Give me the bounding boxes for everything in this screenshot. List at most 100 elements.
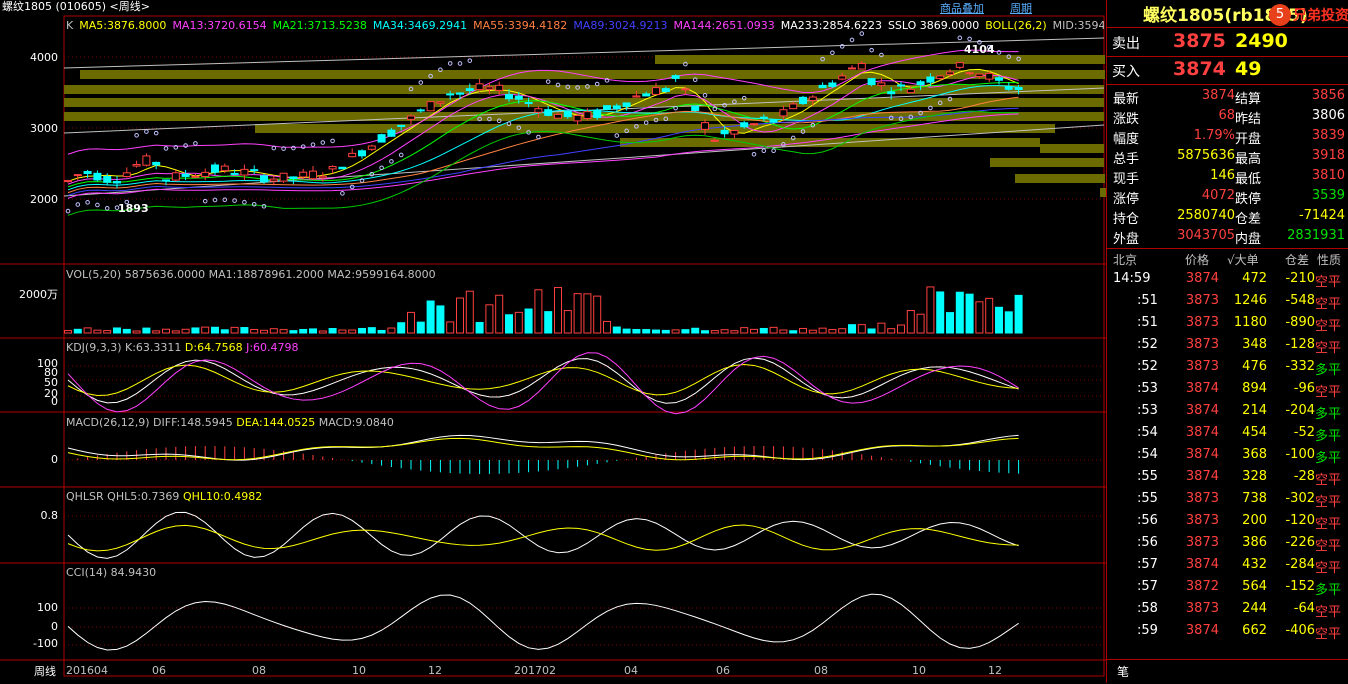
- x-tick-label: 12: [428, 664, 442, 677]
- tick-row[interactable]: :53 3874 894 -96 空平: [1107, 378, 1348, 400]
- tick-header-time: 北京: [1113, 253, 1138, 267]
- menu-period[interactable]: 周期: [1010, 0, 1032, 16]
- volume-bar: [681, 329, 690, 334]
- tick-row[interactable]: :57 3874 432 -284 空平: [1107, 554, 1348, 576]
- tick-list[interactable]: 14:59 3874 472 -210 空平:51 3873 1246 -548 空平:51 38…: [1107, 268, 1348, 658]
- tick-row[interactable]: :58 3873 244 -64 空平: [1107, 598, 1348, 620]
- tick-header-volume: √大单: [1227, 253, 1259, 267]
- tick-row[interactable]: :51 3873 1180 -890 空平: [1107, 312, 1348, 334]
- tick-type: 空平: [1314, 517, 1341, 532]
- tick-row[interactable]: :57 3872 564 -152 多平: [1107, 576, 1348, 598]
- candle-body: [750, 123, 758, 126]
- candle-body: [828, 82, 837, 87]
- stat-row: 最新 3874 结算 3856: [1111, 86, 1347, 107]
- volume-bar: [456, 297, 464, 334]
- volume-bar: [514, 311, 523, 334]
- ma-legend-item: MA144:2651.0933: [673, 19, 775, 32]
- volume-bar: [279, 329, 288, 334]
- sar-dot: [967, 36, 972, 42]
- tick-row[interactable]: :51 3873 1246 -548 空平: [1107, 290, 1348, 312]
- sar-dot: [849, 37, 855, 43]
- x-tick-label: 10: [912, 664, 926, 677]
- tick-price: 3873: [1185, 535, 1219, 550]
- volume-bar: [426, 300, 435, 334]
- stat-value: 3810: [1311, 168, 1345, 183]
- stat-value: 3806: [1311, 108, 1345, 123]
- tick-row[interactable]: :59 3874 662 -406 空平: [1107, 620, 1348, 642]
- cci-axis-100: 100: [37, 601, 58, 614]
- ma-legend-item: MA89:3024.9213: [573, 19, 668, 32]
- tick-row[interactable]: :52 3873 476 -332 多平: [1107, 356, 1348, 378]
- candle-body: [358, 150, 366, 157]
- candle-body: [789, 103, 798, 110]
- quote-panel: 螺纹1805(rb1805) 5 兄弟投资 卖出 3875 2490 买入 38…: [1106, 0, 1348, 683]
- tick-volume: 386: [1242, 535, 1267, 550]
- tick-row[interactable]: :56 3873 200 -120 空平: [1107, 510, 1348, 532]
- stat-label: 外盘: [1113, 232, 1140, 247]
- candle-body: [661, 88, 670, 93]
- tick-type: 空平: [1314, 495, 1341, 510]
- sar-dot: [212, 197, 218, 203]
- candle-body: [309, 170, 317, 180]
- stat-label: 最低: [1235, 172, 1262, 187]
- volume-bar: [397, 322, 406, 334]
- tick-volume: 432: [1242, 557, 1267, 572]
- candle-body: [387, 129, 396, 137]
- tick-row[interactable]: :54 3874 454 -52 多平: [1107, 422, 1348, 444]
- volume-bar: [955, 291, 964, 334]
- tick-delta: -128: [1285, 337, 1315, 352]
- tick-volume: 454: [1242, 425, 1267, 440]
- sar-dot: [271, 145, 277, 151]
- volume-bar: [505, 314, 513, 334]
- tick-row[interactable]: :53 3874 214 -204 多平: [1107, 400, 1348, 422]
- volume-bar: [563, 310, 572, 334]
- x-tick-label: 08: [252, 664, 266, 677]
- tick-row[interactable]: :55 3874 328 -28 空平: [1107, 466, 1348, 488]
- tick-delta: -100: [1285, 447, 1315, 462]
- tick-row[interactable]: :56 3873 386 -226 空平: [1107, 532, 1348, 554]
- sar-dot: [320, 140, 326, 145]
- sar-dot: [379, 165, 384, 171]
- tick-header-type: 性质: [1317, 253, 1342, 267]
- high-annotation: 4104: [964, 43, 995, 56]
- tick-volume: 476: [1242, 359, 1267, 374]
- volume-bar: [652, 329, 660, 334]
- macd-dea-line: [67, 437, 1019, 461]
- sar-dot: [545, 79, 551, 84]
- candle-body: [857, 63, 866, 70]
- candle-body: [534, 108, 543, 113]
- candle-body: [603, 105, 611, 110]
- sar-dot: [134, 132, 139, 138]
- candle-body: [622, 102, 631, 107]
- kdj-j: J:60.4798: [246, 341, 299, 354]
- volume-bar: [750, 328, 758, 334]
- stat-value: 2831931: [1287, 228, 1345, 243]
- sar-dot: [830, 50, 835, 56]
- x-tick-label: 12: [988, 664, 1002, 677]
- stat-label: 最新: [1113, 92, 1140, 107]
- tick-price: 3873: [1185, 601, 1219, 616]
- menu-item-overlay[interactable]: 商品叠加: [940, 2, 984, 15]
- volume-bar: [946, 312, 954, 334]
- volume-bar: [534, 289, 543, 334]
- macd-dea: DEA:144.0525: [236, 416, 316, 429]
- tick-time: :54: [1137, 447, 1158, 462]
- menu-overlay[interactable]: 商品叠加: [940, 0, 984, 16]
- candle-body: [593, 109, 602, 118]
- tick-row[interactable]: :55 3873 738 -302 空平: [1107, 488, 1348, 510]
- tick-type: 空平: [1314, 605, 1341, 620]
- volume-profile-bar: [255, 124, 1055, 133]
- tick-volume: 472: [1242, 271, 1267, 286]
- chart-area[interactable]: 螺纹1805 (010605) <周线> K MA5:3876.8000 MA13:…: [0, 0, 1106, 683]
- candle-body: [975, 73, 984, 77]
- candle-body: [269, 178, 278, 182]
- chart-title: 螺纹1805 (010605) <周线>: [2, 0, 150, 13]
- tick-row[interactable]: 14:59 3874 472 -210 空平: [1107, 268, 1348, 290]
- candle-body: [730, 130, 739, 135]
- candle-body: [426, 101, 435, 112]
- tick-row[interactable]: :54 3874 368 -100 多平: [1107, 444, 1348, 466]
- sell-label: 卖出: [1112, 36, 1140, 52]
- sar-dot: [95, 202, 100, 208]
- tick-row[interactable]: :52 3873 348 -128 空平: [1107, 334, 1348, 356]
- sar-dot: [153, 130, 159, 136]
